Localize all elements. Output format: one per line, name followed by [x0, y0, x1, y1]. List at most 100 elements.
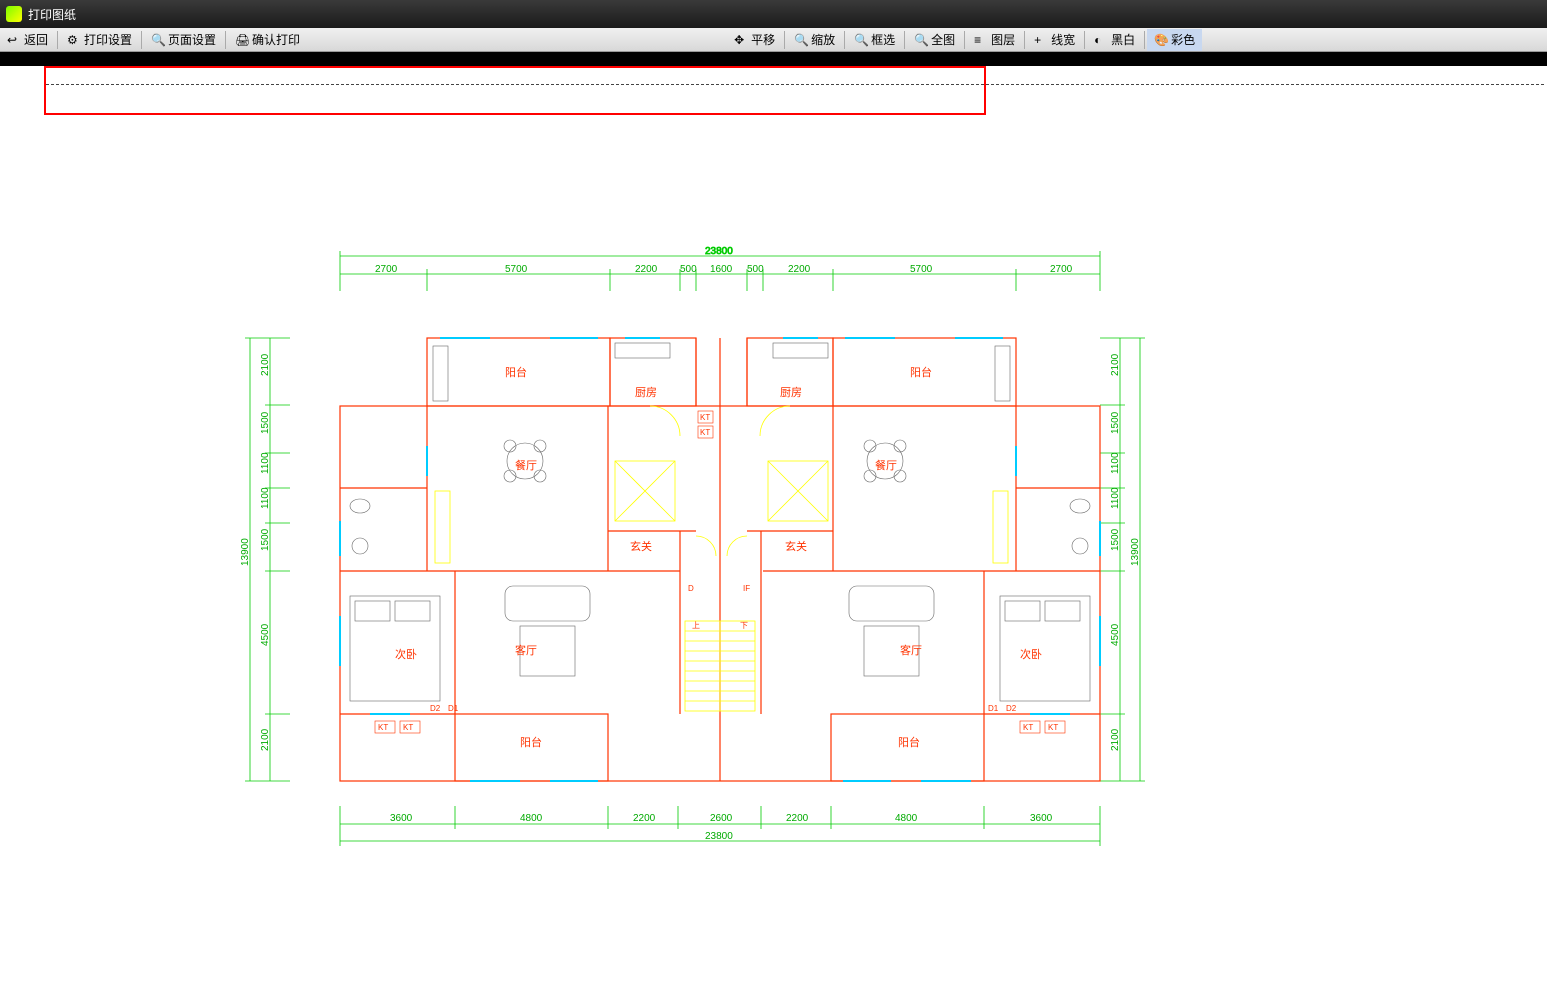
layers-label: 图层	[991, 31, 1015, 48]
floorplan-drawing: 23800 2700 5700 2200 500 1600 500 2200	[230, 246, 1160, 906]
svg-text:3600: 3600	[390, 813, 413, 824]
svg-text:2200: 2200	[786, 813, 809, 824]
svg-text:5700: 5700	[910, 264, 933, 275]
svg-text:1500: 1500	[1110, 411, 1121, 434]
svg-text:3600: 3600	[1030, 813, 1053, 824]
back-label: 返回	[24, 31, 48, 48]
svg-text:次卧: 次卧	[1020, 647, 1042, 661]
svg-text:4800: 4800	[520, 813, 543, 824]
back-button[interactable]: ↩返回	[0, 29, 55, 51]
svg-text:1100: 1100	[1110, 487, 1121, 509]
separator	[1084, 31, 1085, 49]
svg-text:KT: KT	[1048, 723, 1058, 732]
zoom-icon: 🔍	[794, 33, 808, 47]
bw-label: 黑白	[1111, 31, 1135, 48]
svg-text:1100: 1100	[260, 487, 271, 509]
svg-text:厨房: 厨房	[635, 386, 657, 399]
plus-icon: +	[1034, 33, 1048, 47]
zoom-icon: 🔍	[151, 33, 165, 47]
svg-text:阳台: 阳台	[910, 365, 932, 379]
zoom-icon: 🔍	[854, 33, 868, 47]
separator	[784, 31, 785, 49]
svg-text:13900: 13900	[240, 538, 251, 566]
svg-text:上: 上	[692, 621, 700, 630]
svg-text:1600: 1600	[710, 264, 733, 275]
svg-text:2600: 2600	[710, 813, 733, 824]
svg-text:阳台: 阳台	[505, 365, 527, 379]
color-label: 彩色	[1171, 31, 1195, 48]
svg-text:500: 500	[747, 264, 764, 275]
svg-text:500: 500	[680, 264, 697, 275]
linewidth-label: 线宽	[1051, 31, 1075, 48]
box-select-button[interactable]: 🔍框选	[847, 29, 902, 51]
svg-text:KT: KT	[403, 723, 413, 732]
svg-text:D2: D2	[430, 704, 441, 713]
separator	[57, 31, 58, 49]
svg-text:KT: KT	[1023, 723, 1033, 732]
box-select-label: 框选	[871, 31, 895, 48]
svg-text:D1: D1	[448, 704, 459, 713]
separator	[225, 31, 226, 49]
svg-text:2100: 2100	[1110, 728, 1121, 751]
svg-text:1500: 1500	[260, 528, 271, 551]
svg-text:5700: 5700	[505, 264, 528, 275]
dim-top-total: 23800	[705, 246, 733, 257]
print-settings-label: 打印设置	[84, 31, 132, 48]
color-icon: 🎨	[1154, 33, 1168, 47]
svg-text:D2: D2	[1006, 704, 1017, 713]
svg-text:次卧: 次卧	[395, 647, 417, 661]
window-title: 打印图纸	[28, 6, 76, 23]
bw-icon: ◐	[1094, 33, 1108, 47]
svg-text:IF: IF	[743, 584, 750, 593]
svg-text:KT: KT	[700, 413, 710, 422]
svg-text:KT: KT	[700, 428, 710, 437]
separator	[904, 31, 905, 49]
svg-text:餐厅: 餐厅	[515, 458, 537, 472]
confirm-print-label: 确认打印	[252, 31, 300, 48]
color-button[interactable]: 🎨彩色	[1147, 29, 1202, 51]
svg-text:4800: 4800	[895, 813, 918, 824]
bw-button[interactable]: ◐黑白	[1087, 29, 1142, 51]
separator	[1144, 31, 1145, 49]
confirm-print-button[interactable]: 🖨确认打印	[228, 29, 307, 51]
separator	[1024, 31, 1025, 49]
toolbar: ↩返回 ⚙打印设置 🔍页面设置 🖨确认打印 ✥平移 🔍缩放 🔍框选 🔍全图 ≡图…	[0, 28, 1547, 52]
red-highlight-box	[44, 66, 986, 115]
svg-text:2700: 2700	[375, 264, 398, 275]
svg-text:D1: D1	[988, 704, 999, 713]
titlebar: 打印图纸	[0, 0, 1547, 28]
full-view-button[interactable]: 🔍全图	[907, 29, 962, 51]
zoom-icon: 🔍	[914, 33, 928, 47]
page-boundary	[46, 84, 1544, 85]
svg-text:客厅: 客厅	[900, 643, 922, 657]
svg-text:阳台: 阳台	[898, 735, 920, 749]
layers-button[interactable]: ≡图层	[967, 29, 1022, 51]
svg-text:1500: 1500	[260, 411, 271, 434]
page-settings-label: 页面设置	[168, 31, 216, 48]
svg-text:餐厅: 餐厅	[875, 458, 897, 472]
canvas-area[interactable]: 23800 2700 5700 2200 500 1600 500 2200	[0, 66, 1547, 986]
svg-text:玄关: 玄关	[785, 539, 807, 553]
svg-text:23800: 23800	[705, 831, 733, 842]
svg-text:4500: 4500	[1110, 623, 1121, 646]
pan-button[interactable]: ✥平移	[727, 29, 782, 51]
svg-text:厨房: 厨房	[780, 386, 802, 399]
svg-text:D: D	[688, 584, 694, 593]
linewidth-button[interactable]: +线宽	[1027, 29, 1082, 51]
separator	[964, 31, 965, 49]
pan-icon: ✥	[734, 33, 748, 47]
svg-text:客厅: 客厅	[515, 643, 537, 657]
svg-text:KT: KT	[378, 723, 388, 732]
svg-text:4500: 4500	[260, 623, 271, 646]
svg-text:2200: 2200	[635, 264, 658, 275]
gear-icon: ⚙	[67, 33, 81, 47]
page-settings-button[interactable]: 🔍页面设置	[144, 29, 223, 51]
print-settings-button[interactable]: ⚙打印设置	[60, 29, 139, 51]
svg-text:玄关: 玄关	[630, 539, 652, 553]
zoom-label: 缩放	[811, 31, 835, 48]
black-divider	[0, 52, 1547, 66]
app-icon	[6, 6, 22, 22]
svg-text:1100: 1100	[1110, 452, 1121, 474]
zoom-button[interactable]: 🔍缩放	[787, 29, 842, 51]
svg-text:阳台: 阳台	[520, 735, 542, 749]
